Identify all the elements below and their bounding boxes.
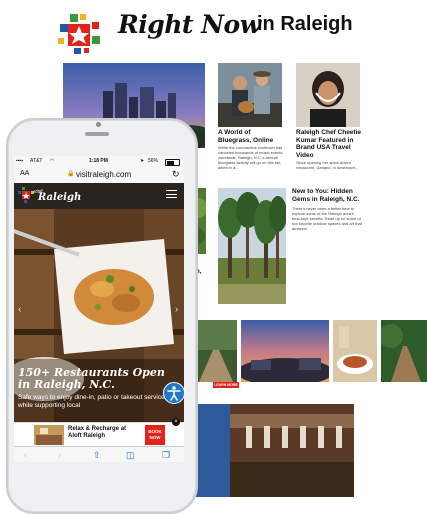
ad-hotel-image (34, 425, 64, 445)
chef-portrait-image[interactable] (296, 63, 360, 127)
hero-headline[interactable]: 150+ Restaurants Open in Raleigh, N.C. (18, 367, 168, 391)
gallery-food-image[interactable] (333, 320, 377, 382)
gallery-trail-image[interactable] (381, 320, 427, 382)
article-desc-bluegrass: While the coronavirus shutdown has cance… (218, 145, 283, 170)
bluegrass-image[interactable] (218, 63, 282, 127)
status-time: 1:18 PM (89, 158, 108, 164)
article-title-chef[interactable]: Raleigh Chef Cheetie Kumar Featured in B… (296, 129, 366, 159)
battery-icon (165, 159, 180, 166)
hamburger-menu-icon[interactable] (166, 189, 177, 199)
safari-url-bar: AA 🔒 visitraleigh.com ↻ (14, 166, 184, 183)
safari-toolbar: ‹ › ⇧ ◫ ❐ (14, 446, 184, 462)
hero-next-arrow[interactable]: › (175, 304, 178, 315)
visit-raleigh-logo-icon[interactable] (18, 187, 34, 203)
battery-percent: 56% (148, 158, 159, 164)
forward-icon[interactable]: › (58, 447, 61, 462)
wifi-icon: ◠ (50, 158, 55, 164)
site-navbar: visit Raleigh (14, 183, 184, 209)
lock-icon: 🔒 (67, 171, 75, 177)
ad-book-now-button[interactable]: BOOK NOW (145, 425, 165, 445)
article-desc-chef: Since opening her spice-driven restauran… (296, 160, 359, 170)
ad-title[interactable]: Relax & Recharge at Aloft Raleigh (68, 426, 138, 440)
signal-icon: ▪▪▪▪ (16, 158, 24, 164)
hero-banner[interactable]: ‹ › 150+ Restaurants Open in Raleigh, N.… (14, 209, 184, 434)
accessibility-button[interactable] (163, 382, 185, 404)
learn-more-button[interactable]: LEARN MORE (213, 382, 239, 388)
visit-raleigh-logo-mark (58, 14, 100, 54)
ad-close-icon[interactable]: × (172, 418, 180, 426)
location-icon: ➤ (140, 158, 145, 164)
carrier-label: AT&T (30, 158, 43, 164)
hero-subtext[interactable]: Safe ways to enjoy dine-in, patio or tak… (18, 394, 180, 409)
aloft-ad-banner[interactable]: Relax & Recharge at Aloft Raleigh BOOK N… (14, 418, 184, 447)
front-camera (96, 122, 101, 127)
gallery-boardwalk-image[interactable] (193, 320, 237, 382)
hero-prev-arrow[interactable]: ‹ (18, 304, 21, 315)
accessibility-icon (167, 386, 181, 401)
article-title-bluegrass[interactable]: A World of Bluegrass, Online (218, 129, 284, 144)
earpiece-speaker (85, 132, 109, 136)
phone-screen: ▪▪▪▪ AT&T ◠ 1:18 PM ➤ 56% AA 🔒 visitrale… (14, 156, 184, 462)
site-logo-text[interactable]: Raleigh (38, 192, 81, 203)
header-title-script: Right Now (118, 10, 261, 39)
back-icon[interactable]: ‹ (24, 447, 27, 462)
brewery-taps-image[interactable] (190, 404, 354, 497)
url-domain[interactable]: visitraleigh.com (76, 170, 131, 179)
tabs-icon[interactable]: ❐ (162, 447, 170, 462)
article-title-hidden-gems[interactable]: New to You: Hidden Gems in Raleigh, N.C. (292, 188, 362, 203)
bookmarks-icon[interactable]: ◫ (126, 447, 135, 462)
header-title-plain: in Raleigh (257, 13, 353, 35)
article-desc-hidden-gems: There's never been a better time to expl… (292, 206, 362, 231)
status-bar: ▪▪▪▪ AT&T ◠ 1:18 PM ➤ 56% (14, 156, 184, 166)
share-icon[interactable]: ⇧ (93, 447, 101, 462)
forest-image[interactable] (218, 188, 286, 304)
reload-icon[interactable]: ↻ (172, 169, 180, 180)
gallery-sunset-image[interactable] (241, 320, 329, 382)
text-size-button[interactable]: AA (20, 170, 29, 177)
